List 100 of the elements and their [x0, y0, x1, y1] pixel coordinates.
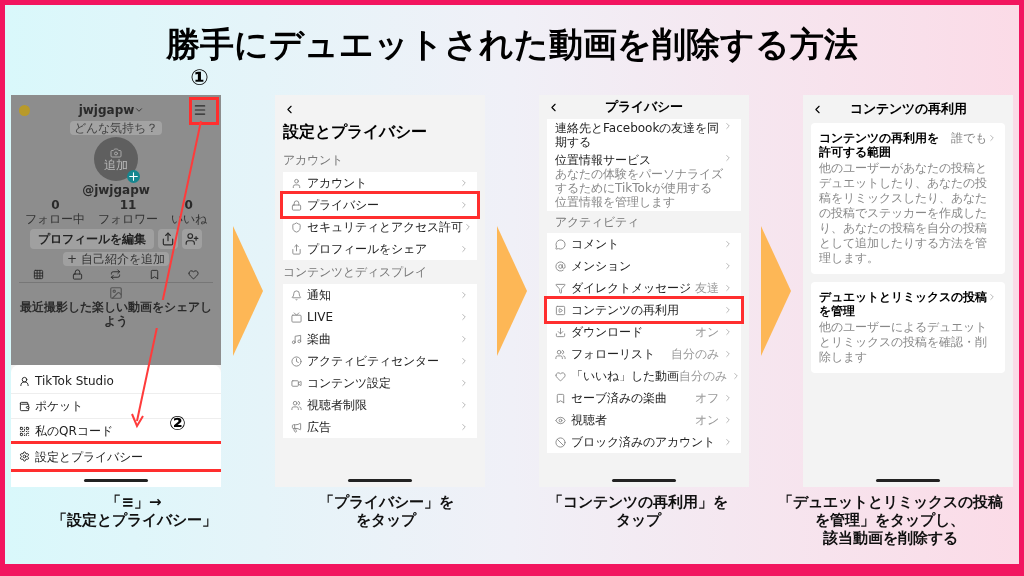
chevron-icon	[459, 400, 469, 410]
chevron-icon	[723, 327, 733, 337]
row-icon	[555, 282, 566, 294]
menu-item[interactable]: ポケット	[19, 397, 83, 415]
row-icon	[291, 289, 302, 301]
chevron-icon	[723, 437, 733, 447]
row-icon	[19, 400, 30, 412]
menu-item[interactable]: 視聴者 オン	[547, 409, 741, 431]
row-icon	[291, 377, 302, 389]
settings-card[interactable]: デュエットとリミックスの投稿を管理 他のユーザーによるデュエットとリミックスの投稿を確認・削除します	[811, 282, 1005, 373]
home-indicator	[612, 479, 676, 482]
row-icon	[555, 436, 566, 448]
screen-title: 設定とプライバシー	[283, 121, 428, 143]
menu-item[interactable]: フォローリスト 自分のみ	[547, 343, 741, 365]
username[interactable]: jwjgapw	[78, 101, 145, 119]
chevron-icon	[731, 371, 741, 381]
menu-item[interactable]: アカウント	[283, 172, 477, 194]
item-label: コンテンツの再利用を許可する範囲	[819, 131, 940, 159]
menu-item[interactable]: コンテンツ設定	[283, 372, 477, 394]
chevron-icon	[987, 133, 997, 143]
row-icon	[19, 375, 30, 387]
item-description: あなたの体験をパーソナライズするためにTikTokが使用する位置情報を管理します	[555, 167, 723, 209]
setting-value: 誰でも	[951, 131, 987, 145]
menu-item[interactable]: 広告	[283, 416, 477, 438]
setting-value: 友達	[695, 280, 719, 297]
row-icon	[555, 370, 566, 382]
row-icon	[291, 311, 302, 323]
chevron-icon	[459, 422, 469, 432]
menu-item[interactable]: プロフィールをシェア	[283, 238, 477, 260]
menu-item[interactable]: メンション	[547, 255, 741, 277]
menu-item[interactable]: ダイレクトメッセージ 友達	[547, 277, 741, 299]
chevron-icon	[723, 393, 733, 403]
setting-value: オン	[695, 412, 719, 429]
avatar[interactable]: 追加	[94, 137, 138, 181]
settings-card[interactable]: コンテンツの再利用を許可する範囲 誰でも 他のユーザーがあなたの投稿とデュエットしたり、あなたの投稿をリミックスしたり、あなたの投稿でステッカーを作成したり、あなたの投稿を自分の投稿として追加したりする方法を管理します。	[811, 123, 1005, 274]
menu-item[interactable]: アクティビティセンター	[283, 350, 477, 372]
chevron-icon	[459, 200, 469, 210]
menu-item[interactable]: TikTok Studio	[19, 372, 114, 390]
menu-item[interactable]: 位置情報サービス あなたの体験をパーソナライズするためにTikTokが使用する位置情報を管理します	[555, 151, 733, 211]
menu-item[interactable]: 私のQRコード	[19, 422, 113, 440]
add-friend-icon[interactable]	[182, 229, 202, 249]
menu-item[interactable]: 楽曲	[283, 328, 477, 350]
chevron-icon	[459, 244, 469, 254]
camera-icon	[110, 146, 122, 159]
row-icon	[555, 260, 566, 272]
screen-title: コンテンツの再利用	[849, 100, 967, 119]
grid-icon[interactable]	[32, 269, 44, 280]
row-icon	[291, 199, 302, 211]
menu-item[interactable]: ダウンロード オン	[547, 321, 741, 343]
stat-label: フォロワー	[98, 212, 158, 226]
bookmark-icon[interactable]	[149, 269, 161, 280]
row-icon	[555, 304, 566, 316]
menu-item[interactable]: セーブ済みの楽曲 オフ	[547, 387, 741, 409]
share-icon[interactable]	[158, 229, 178, 249]
heart-icon[interactable]	[188, 269, 200, 280]
chevron-icon	[723, 153, 733, 163]
step-caption: 該当動画を削除する	[822, 529, 958, 547]
row-icon	[19, 425, 30, 437]
chevron-down-icon	[134, 105, 145, 115]
menu-item[interactable]: LIVE	[283, 306, 477, 328]
menu-item[interactable]: 「いいね」した動画自分のみ	[547, 365, 741, 387]
highlight-frame	[189, 97, 219, 125]
row-icon	[555, 238, 566, 250]
menu-item[interactable]: ブロック済みのアカウント	[547, 431, 741, 453]
image-icon	[109, 286, 123, 300]
row-icon	[555, 392, 566, 404]
setting-value: 自分のみ	[671, 346, 719, 363]
screen-title: プライバシー	[605, 98, 683, 117]
stat-label: フォロー中	[25, 212, 86, 226]
menu-item[interactable]: セキュリティとアクセス許可	[283, 216, 477, 238]
menu-item[interactable]: 連絡先とFacebookの友達を同期する	[555, 119, 733, 151]
section-heading: アカウント	[283, 152, 344, 169]
chevron-icon	[723, 305, 733, 315]
home-indicator	[84, 479, 148, 482]
step-caption: 「デュエットとリミックスの投稿	[777, 493, 1003, 511]
chevron-icon	[459, 378, 469, 388]
add-icon[interactable]	[127, 170, 140, 183]
lock-icon[interactable]	[71, 269, 83, 280]
chevron-icon	[723, 121, 733, 131]
chevron-icon	[723, 261, 733, 271]
edit-profile-button[interactable]: プロフィールを編集	[30, 229, 154, 249]
row-icon	[291, 333, 302, 345]
menu-item[interactable]: 通知	[283, 284, 477, 306]
row-icon	[291, 243, 302, 255]
step-caption: 「≡」→	[106, 493, 162, 511]
row-icon	[19, 451, 30, 462]
add-bio-button[interactable]: + 自己紹介を追加	[63, 252, 169, 266]
menu-icon[interactable]	[193, 103, 207, 117]
row-icon	[291, 399, 302, 411]
chevron-icon	[459, 312, 469, 322]
row-icon	[291, 421, 302, 433]
menu-item[interactable]: 設定とプライバシー	[11, 444, 221, 469]
menu-item[interactable]: コメント	[547, 233, 741, 255]
chevron-icon	[723, 349, 733, 359]
step-marker: ①	[190, 67, 209, 89]
menu-item[interactable]: 視聴者制限	[283, 394, 477, 416]
stat-value: 0	[184, 199, 193, 212]
repost-icon[interactable]	[110, 269, 122, 280]
item-description: 他のユーザーがあなたの投稿とデュエットしたり、あなたの投稿をリミックスしたり、あなたの投稿でステッカーを作成したり、あなたの投稿を自分の投稿として追加したりする方法を管理します。	[819, 161, 988, 266]
step-caption: 「設定とプライバシー」	[51, 511, 217, 529]
